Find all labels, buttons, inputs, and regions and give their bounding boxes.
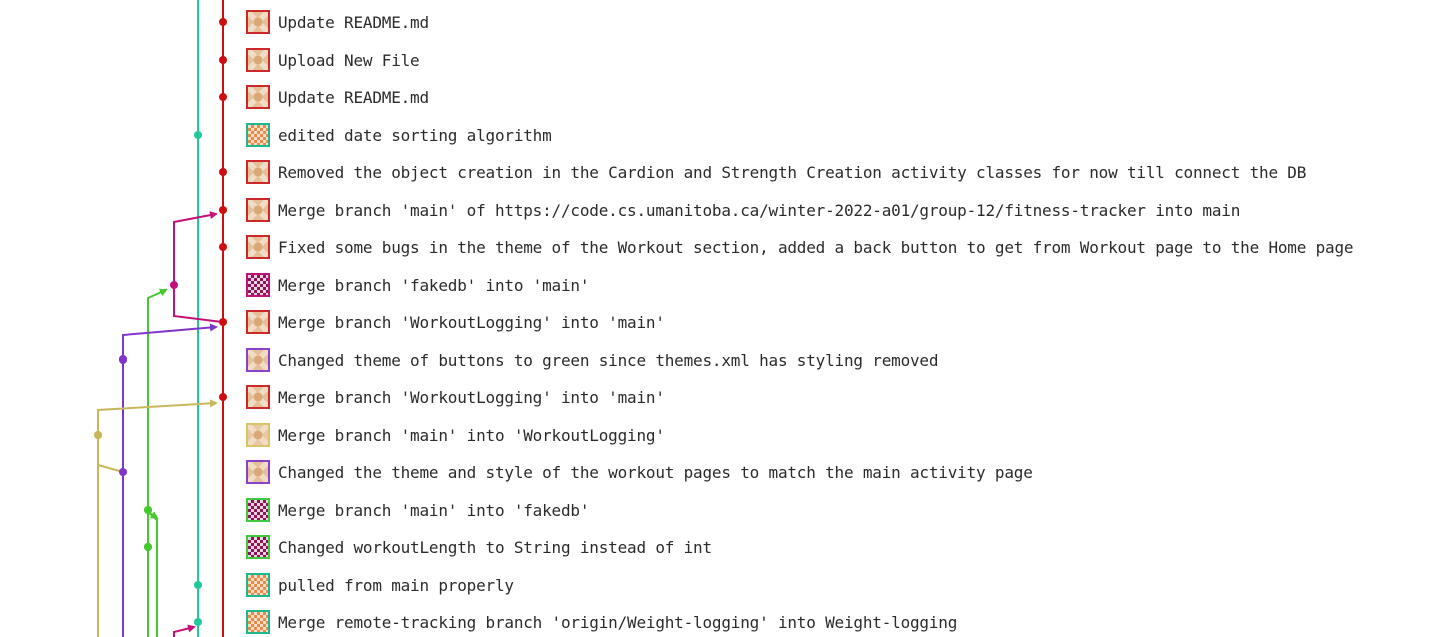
commit-message: Merge branch 'WorkoutLogging' into 'main… bbox=[278, 312, 665, 332]
commit-dot[interactable] bbox=[119, 468, 127, 476]
commit-row[interactable]: Upload New File bbox=[246, 46, 420, 74]
commit-dot[interactable] bbox=[170, 281, 178, 289]
commit-row[interactable]: Merge branch 'main' into 'fakedb' bbox=[246, 496, 589, 524]
commit-dot[interactable] bbox=[219, 318, 227, 326]
branch-line-purple bbox=[122, 323, 218, 637]
branch-edge-magenta-bottom bbox=[173, 624, 196, 637]
commit-row[interactable]: Merge remote-tracking branch 'origin/Wei… bbox=[246, 608, 957, 636]
commit-message: Fixed some bugs in the theme of the Work… bbox=[278, 237, 1354, 257]
commit-message: edited date sorting algorithm bbox=[278, 125, 552, 145]
commit-dot[interactable] bbox=[219, 243, 227, 251]
commit-message: Changed the theme and style of the worko… bbox=[278, 462, 1033, 482]
avatar bbox=[246, 610, 270, 634]
avatar bbox=[246, 85, 270, 109]
avatar bbox=[246, 310, 270, 334]
avatar bbox=[246, 273, 270, 297]
avatar bbox=[246, 498, 270, 522]
avatar bbox=[246, 160, 270, 184]
commit-message: Merge branch 'fakedb' into 'main' bbox=[278, 275, 590, 295]
commit-dot[interactable] bbox=[219, 168, 227, 176]
commit-row[interactable]: Fixed some bugs in the theme of the Work… bbox=[246, 233, 1354, 261]
commit-dot[interactable] bbox=[219, 18, 227, 26]
commit-message: pulled from main properly bbox=[278, 575, 514, 595]
avatar bbox=[246, 235, 270, 259]
commit-dot[interactable] bbox=[119, 355, 127, 363]
commit-dot[interactable] bbox=[219, 393, 227, 401]
commit-row[interactable]: Merge branch 'main' into 'WorkoutLogging… bbox=[246, 421, 665, 449]
commit-dot[interactable] bbox=[194, 131, 202, 139]
commit-row[interactable]: edited date sorting algorithm bbox=[246, 121, 552, 149]
avatar bbox=[246, 10, 270, 34]
avatar bbox=[246, 348, 270, 372]
commit-dot[interactable] bbox=[194, 581, 202, 589]
commit-dot[interactable] bbox=[219, 206, 227, 214]
avatar bbox=[246, 573, 270, 597]
commit-dot[interactable] bbox=[144, 506, 152, 514]
commit-row[interactable]: Merge branch 'WorkoutLogging' into 'main… bbox=[246, 308, 665, 336]
commit-row[interactable]: Merge branch 'main' of https://code.cs.u… bbox=[246, 196, 1240, 224]
commit-message: Merge remote-tracking branch 'origin/Wei… bbox=[278, 612, 958, 632]
commit-row[interactable]: Removed the object creation in the Cardi… bbox=[246, 158, 1306, 186]
merge-edge-fakedb bbox=[173, 211, 218, 285]
commit-graph bbox=[94, 0, 227, 637]
commit-dot[interactable] bbox=[94, 431, 102, 439]
commit-row[interactable]: Update README.md bbox=[246, 83, 429, 111]
commit-message: Update README.md bbox=[278, 87, 429, 107]
commit-dot[interactable] bbox=[219, 93, 227, 101]
commit-dot[interactable] bbox=[219, 56, 227, 64]
avatar bbox=[246, 123, 270, 147]
commit-message: Removed the object creation in the Cardi… bbox=[278, 162, 1307, 182]
commit-row[interactable]: Changed theme of buttons to green since … bbox=[246, 346, 939, 374]
branch-edge-green-inner bbox=[147, 511, 158, 637]
avatar bbox=[246, 535, 270, 559]
commit-row[interactable]: Changed workoutLength to String instead … bbox=[246, 533, 712, 561]
commit-message: Changed workoutLength to String instead … bbox=[278, 537, 712, 557]
avatar bbox=[246, 198, 270, 222]
commit-row[interactable]: Merge branch 'WorkoutLogging' into 'main… bbox=[246, 383, 665, 411]
avatar bbox=[246, 460, 270, 484]
commit-row[interactable]: Merge branch 'fakedb' into 'main' bbox=[246, 271, 589, 299]
commit-message: Merge branch 'main' of https://code.cs.u… bbox=[278, 200, 1241, 220]
commit-message: Update README.md bbox=[278, 12, 429, 32]
commit-row[interactable]: pulled from main properly bbox=[246, 571, 514, 599]
commit-message: Merge branch 'main' into 'fakedb' bbox=[278, 500, 590, 520]
commit-row[interactable]: Changed the theme and style of the worko… bbox=[246, 458, 1033, 486]
commit-dot[interactable] bbox=[144, 543, 152, 551]
commit-dot[interactable] bbox=[194, 618, 202, 626]
avatar bbox=[246, 423, 270, 447]
avatar bbox=[246, 385, 270, 409]
avatar bbox=[246, 48, 270, 72]
commit-row[interactable]: Update README.md bbox=[246, 8, 429, 36]
commit-message: Merge branch 'WorkoutLogging' into 'main… bbox=[278, 387, 665, 407]
commit-message: Upload New File bbox=[278, 50, 420, 70]
commit-message: Merge branch 'main' into 'WorkoutLogging… bbox=[278, 425, 665, 445]
commit-message: Changed theme of buttons to green since … bbox=[278, 350, 939, 370]
